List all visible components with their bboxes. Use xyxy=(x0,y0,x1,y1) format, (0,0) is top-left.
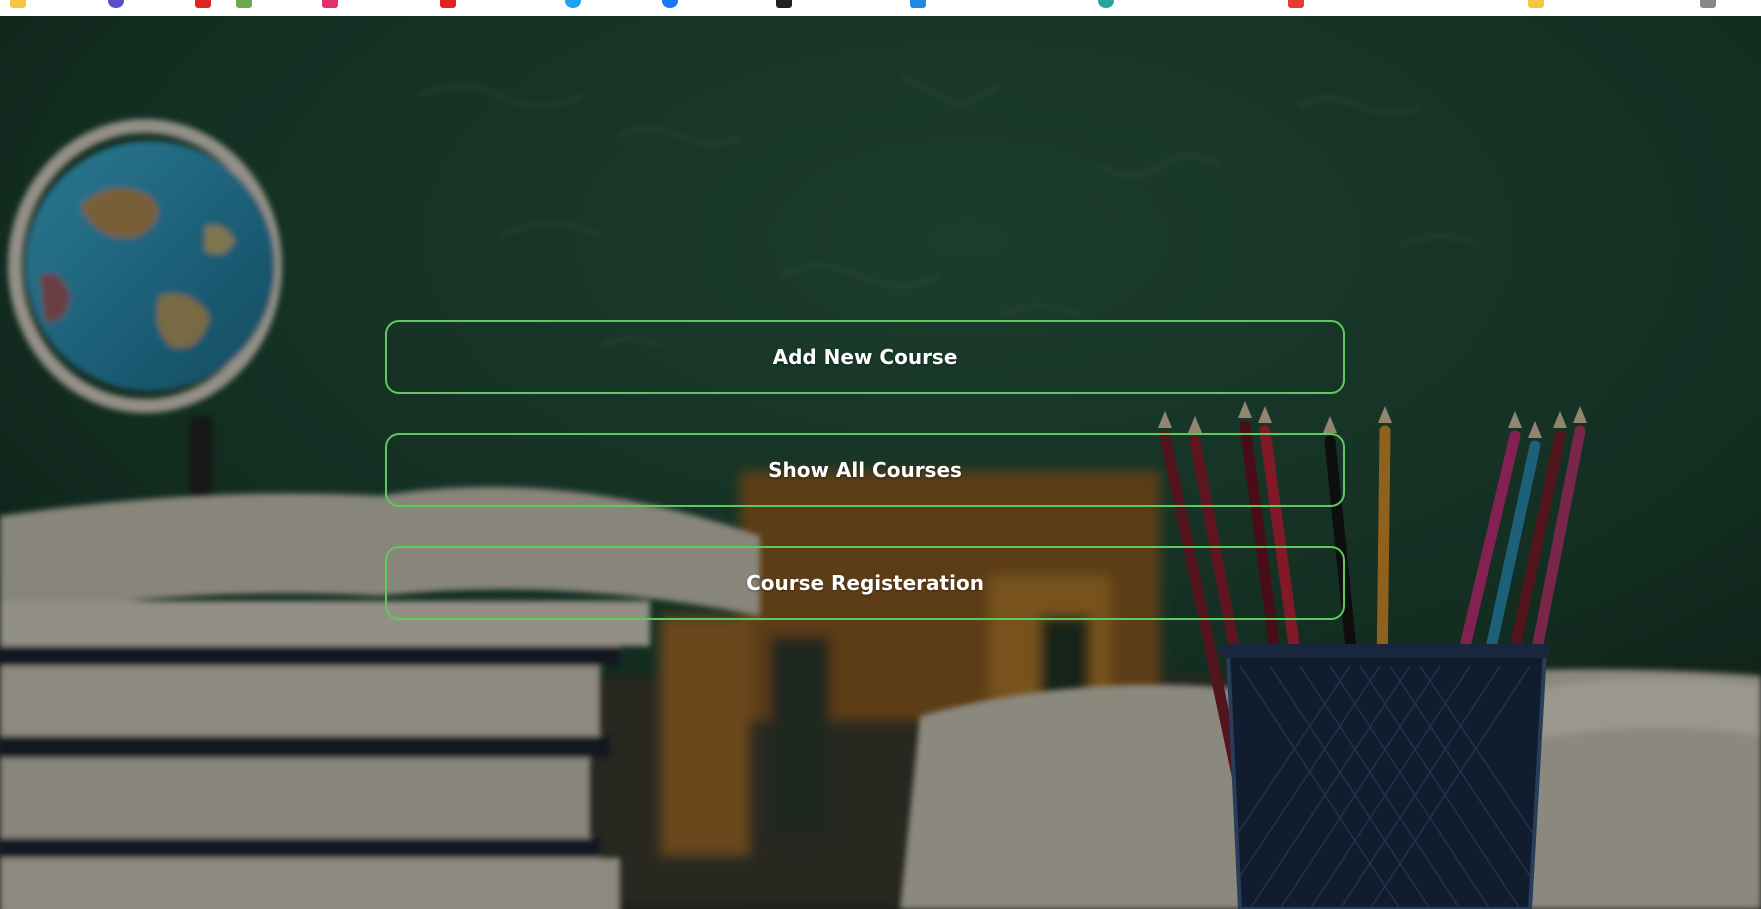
add-new-course-button[interactable]: Add New Course xyxy=(385,320,1345,394)
bookmark-icon[interactable] xyxy=(910,0,926,8)
youtube-icon[interactable] xyxy=(440,0,456,8)
course-registration-button[interactable]: Course Registeration xyxy=(385,546,1345,620)
youtube-icon[interactable] xyxy=(195,0,211,8)
bookmark-icon[interactable] xyxy=(236,0,252,8)
facebook-icon[interactable] xyxy=(662,0,678,8)
bookmark-icon[interactable] xyxy=(108,0,124,8)
instagram-icon[interactable] xyxy=(322,0,338,8)
bookmark-icon[interactable] xyxy=(1098,0,1114,8)
folder-icon[interactable] xyxy=(1700,0,1716,8)
bookmark-icon[interactable] xyxy=(776,0,792,8)
bookmarks-bar xyxy=(0,0,1761,16)
course-menu: Add New Course Show All Courses Course R… xyxy=(385,320,1345,620)
bookmark-icon[interactable] xyxy=(565,0,581,8)
show-all-courses-button[interactable]: Show All Courses xyxy=(385,433,1345,507)
folder-icon[interactable] xyxy=(1528,0,1544,8)
bookmark-icon[interactable] xyxy=(1288,0,1304,8)
folder-icon[interactable] xyxy=(10,0,26,8)
